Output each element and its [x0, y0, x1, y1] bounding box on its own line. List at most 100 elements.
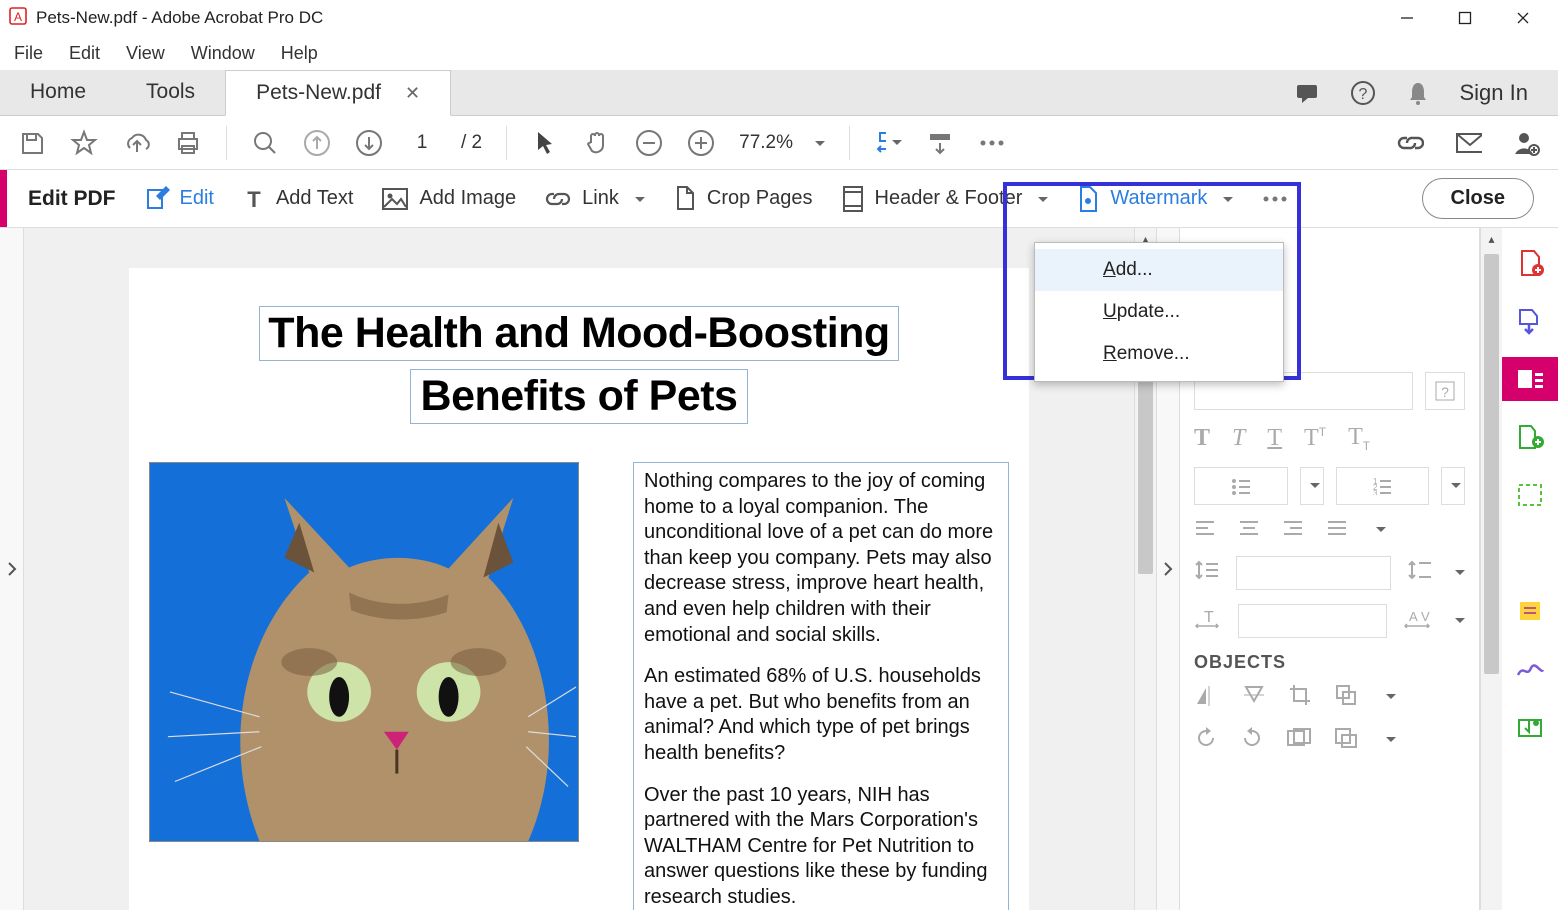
arrange-icon[interactable] [1334, 683, 1358, 712]
align-center-icon[interactable] [1238, 519, 1260, 542]
chevron-down-icon[interactable] [1449, 612, 1465, 630]
create-pdf-icon[interactable] [1513, 246, 1547, 280]
subscript-icon[interactable]: TT [1348, 424, 1370, 453]
read-mode-icon[interactable] [926, 129, 954, 157]
rotate-ccw-icon[interactable] [1194, 726, 1218, 755]
menu-view[interactable]: View [126, 43, 165, 64]
minimize-button[interactable] [1392, 3, 1422, 33]
maximize-button[interactable] [1450, 3, 1480, 33]
watermark-update-item[interactable]: Update... [1035, 291, 1283, 333]
sign-in-link[interactable]: Sign In [1460, 80, 1529, 106]
flip-horizontal-icon[interactable] [1194, 684, 1220, 711]
close-window-button[interactable] [1508, 3, 1538, 33]
align-left-icon[interactable] [1194, 519, 1216, 542]
flip-vertical-icon[interactable] [1242, 683, 1266, 712]
align-justify-icon[interactable] [1326, 519, 1348, 542]
zoom-dropdown[interactable]: 77.2% [739, 132, 825, 154]
doc-text-block[interactable]: Nothing compares to the joy of coming ho… [633, 462, 1009, 910]
align-objects-icon[interactable] [1334, 727, 1358, 754]
hand-tool-icon[interactable] [583, 129, 611, 157]
watermark-remove-item[interactable]: Remove... [1035, 333, 1283, 375]
select-tool-icon[interactable] [531, 129, 559, 157]
chevron-down-icon [629, 187, 645, 210]
bullet-list-menu[interactable] [1300, 467, 1324, 505]
tab-home[interactable]: Home [0, 69, 116, 115]
doc-image[interactable] [149, 462, 579, 842]
print-icon[interactable] [174, 129, 202, 157]
superscript-icon[interactable]: TT [1304, 425, 1326, 452]
share-user-icon[interactable] [1512, 129, 1540, 157]
combine-icon[interactable] [1513, 420, 1547, 454]
sticky-note-icon[interactable] [1513, 594, 1547, 628]
doc-title-line2[interactable]: Benefits of Pets [410, 369, 749, 424]
menu-window[interactable]: Window [191, 43, 255, 64]
italic-icon[interactable]: T [1232, 425, 1245, 452]
crop-object-icon[interactable] [1288, 683, 1312, 712]
chevron-down-icon[interactable] [1370, 521, 1386, 539]
tab-tools-label: Tools [146, 80, 195, 104]
numbered-list-button[interactable]: 123 [1336, 467, 1430, 505]
chevron-down-icon[interactable] [1380, 688, 1396, 706]
tab-document[interactable]: Pets-New.pdf ✕ [225, 70, 451, 116]
menu-help[interactable]: Help [281, 43, 318, 64]
paragraph-spacing-icon[interactable] [1407, 559, 1433, 586]
menu-file[interactable]: File [14, 43, 43, 64]
more-rail-icon[interactable] [1513, 710, 1547, 744]
page-number-input[interactable] [407, 132, 437, 154]
export-pdf-icon[interactable] [1513, 304, 1547, 338]
comments-icon[interactable] [1294, 80, 1320, 106]
close-edit-button[interactable]: Close [1422, 178, 1534, 219]
char-spacing-icon[interactable]: AV [1403, 608, 1433, 633]
line-spacing-icon[interactable] [1194, 559, 1220, 586]
scroll-up-icon[interactable]: ▴ [1481, 228, 1502, 250]
tab-tools[interactable]: Tools [116, 69, 225, 115]
edit-button[interactable]: Edit [144, 186, 214, 212]
bold-icon[interactable]: T [1194, 425, 1210, 452]
email-icon[interactable] [1454, 129, 1482, 157]
bullet-list-button[interactable] [1194, 467, 1288, 505]
add-image-button[interactable]: Add Image [381, 187, 516, 211]
align-right-icon[interactable] [1282, 519, 1304, 542]
scroll-thumb[interactable] [1484, 254, 1499, 674]
crop-pages-button[interactable]: Crop Pages [673, 185, 813, 213]
search-icon[interactable] [251, 129, 279, 157]
link-button[interactable]: Link [544, 187, 645, 210]
line-spacing-field[interactable] [1236, 556, 1391, 590]
watermark-button[interactable]: Watermark [1076, 185, 1233, 213]
hscale-field[interactable] [1238, 604, 1387, 638]
zoom-out-icon[interactable] [635, 129, 663, 157]
bell-icon[interactable] [1406, 80, 1430, 106]
prev-page-icon[interactable] [303, 129, 331, 157]
save-icon[interactable] [18, 129, 46, 157]
watermark-add-item[interactable]: Add... [1035, 249, 1283, 291]
edit-pdf-rail-icon[interactable] [1502, 357, 1558, 401]
left-panel-toggle[interactable] [0, 228, 24, 910]
help-icon[interactable]: ? [1350, 80, 1376, 106]
organize-icon[interactable] [1513, 478, 1547, 512]
horizontal-scale-icon[interactable]: T [1194, 608, 1222, 633]
document-viewport[interactable]: The Health and Mood-Boosting Benefits of… [24, 228, 1134, 910]
underline-icon[interactable]: T [1267, 425, 1282, 452]
share-link-icon[interactable] [1396, 129, 1424, 157]
star-icon[interactable] [70, 129, 98, 157]
tab-close-icon[interactable]: ✕ [405, 83, 420, 104]
chevron-down-icon[interactable] [1449, 564, 1465, 582]
rotate-cw-icon[interactable] [1240, 726, 1264, 755]
menu-edit[interactable]: Edit [69, 43, 100, 64]
cloud-upload-icon[interactable] [122, 129, 150, 157]
format-panel-scrollbar[interactable]: ▴ [1480, 228, 1502, 910]
numbered-list-menu[interactable] [1441, 467, 1465, 505]
doc-title-line1[interactable]: The Health and Mood-Boosting [259, 306, 898, 361]
fill-sign-icon[interactable] [1513, 652, 1547, 686]
comment-rail-icon[interactable] [1513, 536, 1547, 570]
replace-image-icon[interactable] [1286, 727, 1312, 754]
color-swatch[interactable]: ? [1425, 372, 1465, 410]
more-tools-icon[interactable] [978, 129, 1006, 157]
fit-width-icon[interactable] [874, 129, 902, 157]
add-text-button[interactable]: T Add Text [242, 187, 353, 211]
more-edit-icon[interactable] [1261, 185, 1289, 213]
header-footer-button[interactable]: Header & Footer [841, 185, 1049, 213]
next-page-icon[interactable] [355, 129, 383, 157]
zoom-in-icon[interactable] [687, 129, 715, 157]
chevron-down-icon[interactable] [1380, 731, 1396, 749]
